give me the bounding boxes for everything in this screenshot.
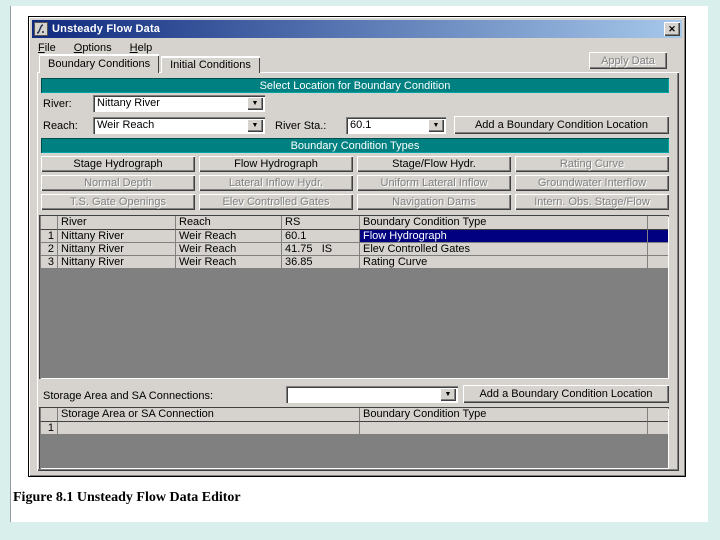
groundwater-interflow-button[interactable]: Groundwater Interflow — [515, 175, 669, 191]
navigation-dams-button[interactable]: Navigation Dams — [357, 194, 511, 210]
col-storage-area: Storage Area or SA Connection — [58, 408, 360, 422]
menu-file[interactable]: File — [38, 42, 56, 54]
cell-reach[interactable]: Weir Reach — [176, 256, 282, 269]
chevron-down-icon[interactable]: ▼ — [428, 119, 444, 132]
add-sa-boundary-condition-location-button[interactable]: Add a Boundary Condition Location — [463, 385, 669, 403]
storage-area-label: Storage Area and SA Connections: — [43, 390, 214, 402]
river-sta-select[interactable]: 60.1 ▼ — [346, 117, 446, 134]
stage-hydrograph-button[interactable]: Stage Hydrograph — [41, 156, 195, 172]
chevron-down-icon[interactable]: ▼ — [440, 388, 456, 401]
col-overflow — [648, 408, 668, 422]
col-bc-type: Boundary Condition Type — [360, 216, 648, 230]
tab-boundary-conditions[interactable]: Boundary Conditions — [39, 54, 160, 73]
storage-area-select-value — [286, 386, 440, 403]
unsteady-flow-data-window: Unsteady Flow Data ✕ File Options Help A… — [28, 16, 686, 477]
river-sta-select-value: 60.1 — [350, 119, 372, 131]
stage-flow-hydr-button[interactable]: Stage/Flow Hydr. — [357, 156, 511, 172]
lateral-inflow-hydr-button[interactable]: Lateral Inflow Hydr. — [199, 175, 353, 191]
chevron-down-icon[interactable]: ▼ — [247, 97, 263, 110]
table-row[interactable]: 3 Nittany River Weir Reach 36.85 Rating … — [40, 256, 668, 269]
chevron-down-icon[interactable]: ▼ — [247, 119, 263, 132]
col-num — [40, 216, 58, 230]
reach-select-value: Weir Reach — [97, 119, 155, 131]
cell-rs[interactable]: 36.85 — [282, 256, 360, 269]
river-select[interactable]: Nittany River ▼ — [93, 95, 265, 112]
col-rs: RS — [282, 216, 360, 230]
cell-overflow — [648, 422, 668, 435]
cell-rs[interactable]: 41.75 IS — [282, 243, 360, 256]
river-select-value: Nittany River — [97, 97, 160, 109]
tab-strip: Boundary Conditions Initial Conditions — [39, 54, 260, 73]
ts-gate-openings-button[interactable]: T.S. Gate Openings — [41, 194, 195, 210]
cell-river[interactable]: Nittany River — [58, 256, 176, 269]
reach-select[interactable]: Weir Reach ▼ — [93, 117, 265, 134]
table-row[interactable]: 2 Nittany River Weir Reach 41.75 IS Elev… — [40, 243, 668, 256]
storage-area-table: Storage Area or SA Connection Boundary C… — [39, 407, 669, 469]
table-header-row: Storage Area or SA Connection Boundary C… — [40, 408, 668, 422]
row-number: 3 — [40, 256, 58, 269]
apply-data-button[interactable]: Apply Data — [589, 52, 667, 69]
intern-obs-stage-flow-button[interactable]: Intern. Obs. Stage/Flow — [515, 194, 669, 210]
river-label: River: — [43, 98, 72, 110]
storage-area-select[interactable]: ▼ — [286, 386, 458, 403]
cell-rs[interactable]: 60.1 — [282, 230, 360, 243]
menu-options[interactable]: Options — [74, 42, 112, 54]
col-overflow — [648, 216, 668, 230]
rating-curve-button[interactable]: Rating Curve — [515, 156, 669, 172]
bc-types-header: Boundary Condition Types — [41, 138, 669, 153]
col-num — [40, 408, 58, 422]
add-boundary-condition-location-button[interactable]: Add a Boundary Condition Location — [454, 116, 669, 134]
select-location-header: Select Location for Boundary Condition — [41, 78, 669, 93]
row-number: 1 — [40, 230, 58, 243]
cell-overflow — [648, 256, 668, 269]
elev-controlled-gates-button[interactable]: Elev Controlled Gates — [199, 194, 353, 210]
cell-bc-type[interactable]: Elev Controlled Gates — [360, 243, 648, 256]
cell-storage-area[interactable] — [58, 422, 360, 435]
cell-reach[interactable]: Weir Reach — [176, 243, 282, 256]
table-header-row: River Reach RS Boundary Condition Type — [40, 216, 668, 230]
close-icon[interactable]: ✕ — [664, 22, 680, 36]
table-row[interactable]: 1 — [40, 422, 668, 435]
app-icon — [34, 22, 48, 36]
tab-initial-conditions[interactable]: Initial Conditions — [161, 56, 260, 73]
col-river: River — [58, 216, 176, 230]
cell-bc-type-selected[interactable]: Flow Hydrograph — [360, 230, 648, 243]
cell-overflow — [648, 230, 668, 243]
cell-bc-type[interactable] — [360, 422, 648, 435]
title-bar[interactable]: Unsteady Flow Data ✕ — [32, 20, 682, 38]
cell-reach[interactable]: Weir Reach — [176, 230, 282, 243]
table-row[interactable]: 1 Nittany River Weir Reach 60.1 Flow Hyd… — [40, 230, 668, 243]
boundary-condition-table: River Reach RS Boundary Condition Type 1… — [39, 215, 669, 379]
reach-label: Reach: — [43, 120, 78, 132]
menu-help[interactable]: Help — [130, 42, 153, 54]
col-reach: Reach — [176, 216, 282, 230]
row-number: 2 — [40, 243, 58, 256]
cell-bc-type[interactable]: Rating Curve — [360, 256, 648, 269]
normal-depth-button[interactable]: Normal Depth — [41, 175, 195, 191]
figure-caption: Figure 8.1 Unsteady Flow Data Editor — [13, 490, 241, 505]
cell-river[interactable]: Nittany River — [58, 230, 176, 243]
row-number: 1 — [40, 422, 58, 435]
window-title: Unsteady Flow Data — [52, 23, 161, 35]
uniform-lateral-inflow-button[interactable]: Uniform Lateral Inflow — [357, 175, 511, 191]
cell-river[interactable]: Nittany River — [58, 243, 176, 256]
river-sta-label: River Sta.: — [275, 120, 327, 132]
flow-hydrograph-button[interactable]: Flow Hydrograph — [199, 156, 353, 172]
col-bc-type: Boundary Condition Type — [360, 408, 648, 422]
cell-overflow — [648, 243, 668, 256]
